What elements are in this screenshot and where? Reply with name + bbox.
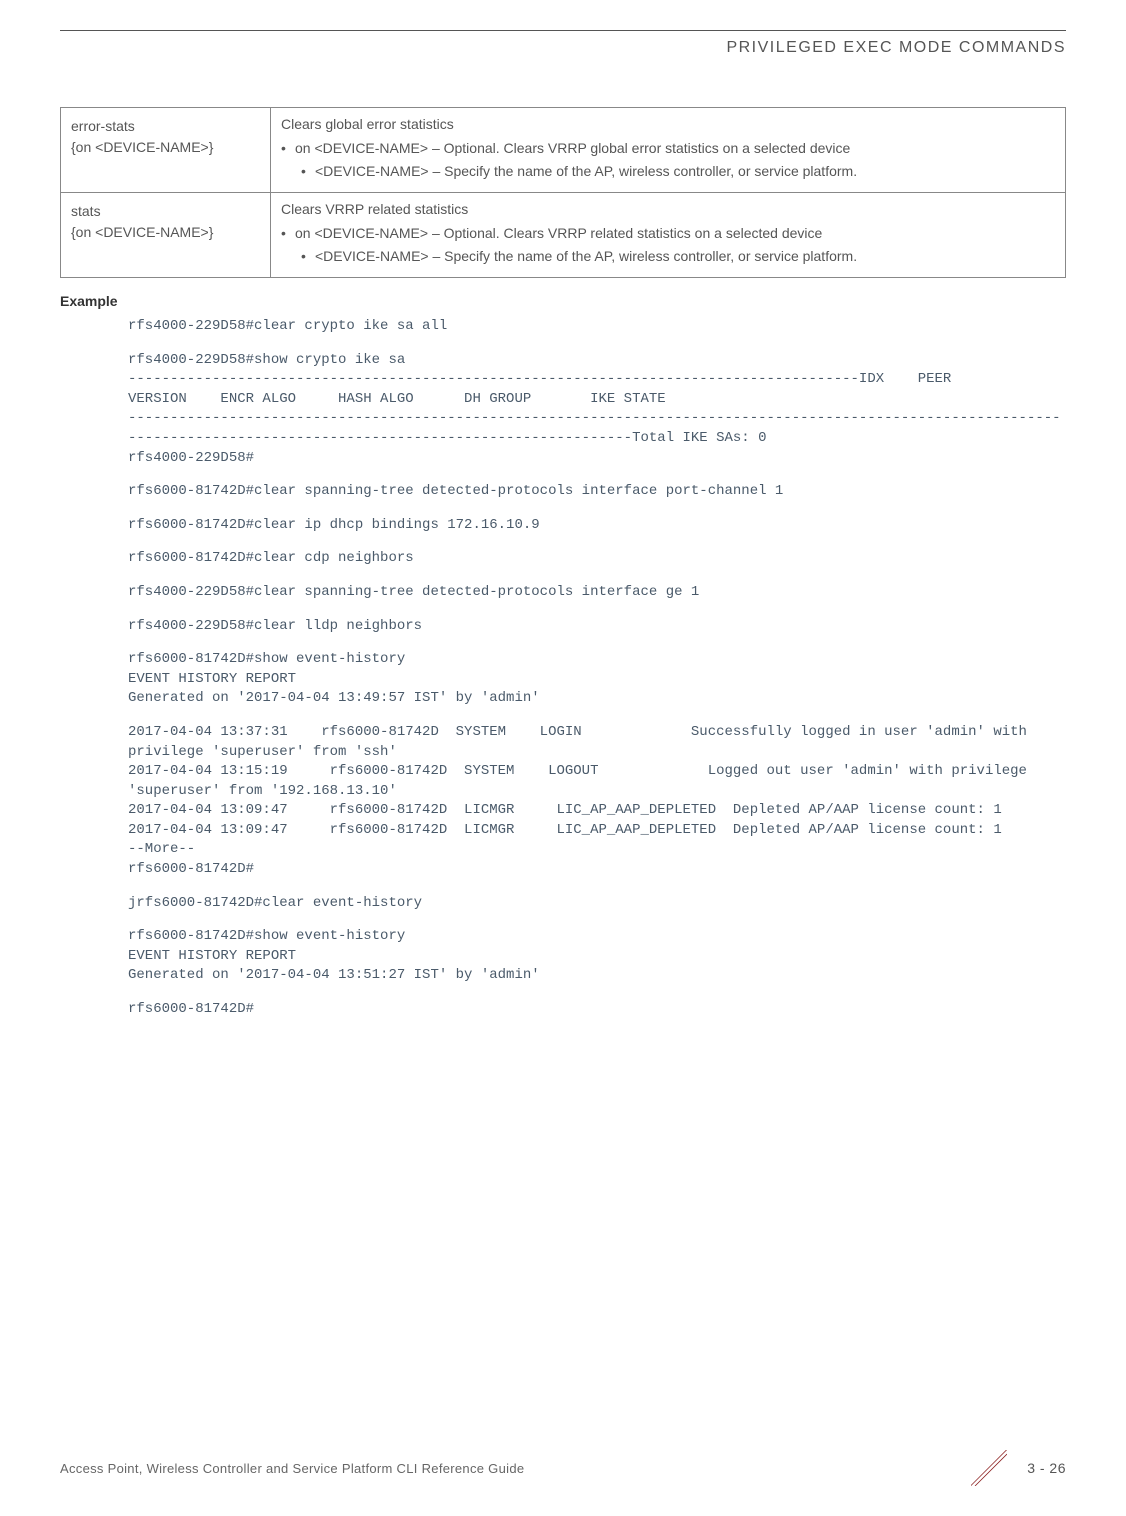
param-name-cell: stats {on <DEVICE-NAME>} xyxy=(61,193,271,278)
code-block: rfs6000-81742D#clear spanning-tree detec… xyxy=(128,482,1066,502)
footer-right: 3 - 26 xyxy=(971,1450,1066,1486)
param-desc-cell: Clears global error statistics on <DEVIC… xyxy=(271,108,1066,193)
param-desc-bullet: on <DEVICE-NAME> – Optional. Clears VRRP… xyxy=(281,223,1055,244)
code-block: rfs4000-229D58#clear spanning-tree detec… xyxy=(128,583,1066,603)
code-block: rfs6000-81742D#show event-history EVENT … xyxy=(128,927,1066,986)
param-desc-bullet: <DEVICE-NAME> – Specify the name of the … xyxy=(281,161,1055,182)
param-name-line: error-stats xyxy=(71,116,260,137)
code-block: rfs6000-81742D# xyxy=(128,1000,1066,1020)
code-block: rfs4000-229D58#clear crypto ike sa all xyxy=(128,317,1066,337)
page-corner-icon xyxy=(971,1450,1007,1486)
page-footer: Access Point, Wireless Controller and Se… xyxy=(60,1450,1066,1486)
param-desc-head: Clears VRRP related statistics xyxy=(281,201,1055,217)
code-block: rfs4000-229D58#show crypto ike sa ------… xyxy=(128,351,1066,469)
code-block: rfs6000-81742D#clear cdp neighbors xyxy=(128,549,1066,569)
page-header-title: PRIVILEGED EXEC MODE COMMANDS xyxy=(60,39,1066,57)
code-block: rfs6000-81742D#show event-history EVENT … xyxy=(128,650,1066,709)
header-rule xyxy=(60,30,1066,31)
table-row: stats {on <DEVICE-NAME>} Clears VRRP rel… xyxy=(61,193,1066,278)
code-block: rfs6000-81742D#clear ip dhcp bindings 17… xyxy=(128,516,1066,536)
parameter-table: error-stats {on <DEVICE-NAME>} Clears gl… xyxy=(60,107,1066,278)
param-desc-bullet: on <DEVICE-NAME> – Optional. Clears VRRP… xyxy=(281,138,1055,159)
param-desc-bullet: <DEVICE-NAME> – Specify the name of the … xyxy=(281,246,1055,267)
code-block: 2017-04-04 13:37:31 rfs6000-81742D SYSTE… xyxy=(128,723,1066,880)
page-number: 3 - 26 xyxy=(1027,1460,1066,1476)
param-name-line: stats xyxy=(71,201,260,222)
param-name-line: {on <DEVICE-NAME>} xyxy=(71,222,260,243)
param-desc-head: Clears global error statistics xyxy=(281,116,1055,132)
code-block: jrfs6000-81742D#clear event-history xyxy=(128,894,1066,914)
table-row: error-stats {on <DEVICE-NAME>} Clears gl… xyxy=(61,108,1066,193)
example-heading: Example xyxy=(60,293,1066,309)
footer-text: Access Point, Wireless Controller and Se… xyxy=(60,1461,524,1476)
param-name-line: {on <DEVICE-NAME>} xyxy=(71,137,260,158)
param-name-cell: error-stats {on <DEVICE-NAME>} xyxy=(61,108,271,193)
code-block: rfs4000-229D58#clear lldp neighbors xyxy=(128,617,1066,637)
param-desc-cell: Clears VRRP related statistics on <DEVIC… xyxy=(271,193,1066,278)
